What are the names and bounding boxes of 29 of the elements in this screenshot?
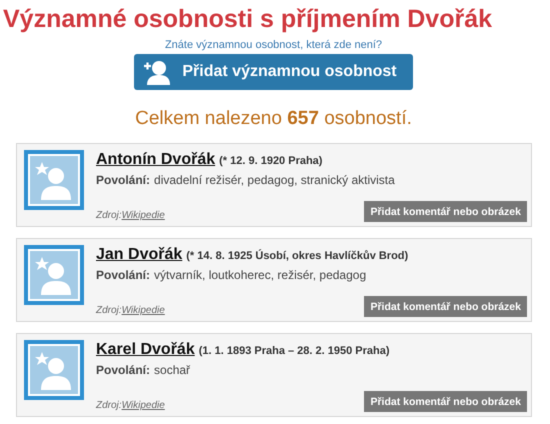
source-link[interactable]: Wikipedie [122, 210, 165, 221]
page-title: Významné osobnosti s příjmením Dvořák [3, 4, 494, 34]
person-dates: (* 12. 9. 1920 Praha) [219, 155, 322, 167]
person-dates: (1. 1. 1893 Praha – 28. 2. 1950 Praha) [198, 345, 390, 357]
source-label: Zdroj: [96, 210, 122, 221]
add-comment-button[interactable]: Přidat komentář nebo obrázek [364, 391, 527, 412]
add-comment-button[interactable]: Přidat komentář nebo obrázek [364, 296, 527, 317]
source-label: Zdroj: [96, 305, 122, 316]
source-label: Zdroj: [96, 400, 122, 411]
occupation-label: Povolání: [96, 363, 150, 377]
person-name-link[interactable]: Karel Dvořák [96, 341, 195, 359]
person-name-link[interactable]: Antonín Dvořák [96, 151, 216, 169]
avatar-placeholder-icon [24, 150, 84, 210]
person-dates: (* 14. 8. 1925 Úsobí, okres Havlíčkův Brod) [186, 250, 408, 262]
avatar-placeholder-icon [24, 340, 84, 400]
occupation-text: sochař [154, 363, 190, 377]
source-link[interactable]: Wikipedie [122, 305, 165, 316]
source-link[interactable]: Wikipedie [122, 400, 165, 411]
add-person-icon [142, 59, 170, 85]
add-comment-button[interactable]: Přidat komentář nebo obrázek [364, 201, 527, 222]
add-person-button[interactable]: Přidat významnou osobnost [134, 54, 413, 90]
occupation-text: divadelní režisér, pedagog, stranický aktivista [154, 173, 395, 187]
occupation-label: Povolání: [96, 173, 150, 187]
avatar-placeholder-icon [24, 245, 84, 305]
result-count: Celkem nalezeno 657 osobností. [135, 108, 412, 130]
add-hint: Znáte významnou osobnost, která zde není? [164, 38, 382, 52]
occupation-text: výtvarník, loutkoherec, režisér, pedagog [154, 268, 366, 282]
occupation-label: Povolání: [96, 268, 150, 282]
person-name-link[interactable]: Jan Dvořák [96, 246, 182, 264]
